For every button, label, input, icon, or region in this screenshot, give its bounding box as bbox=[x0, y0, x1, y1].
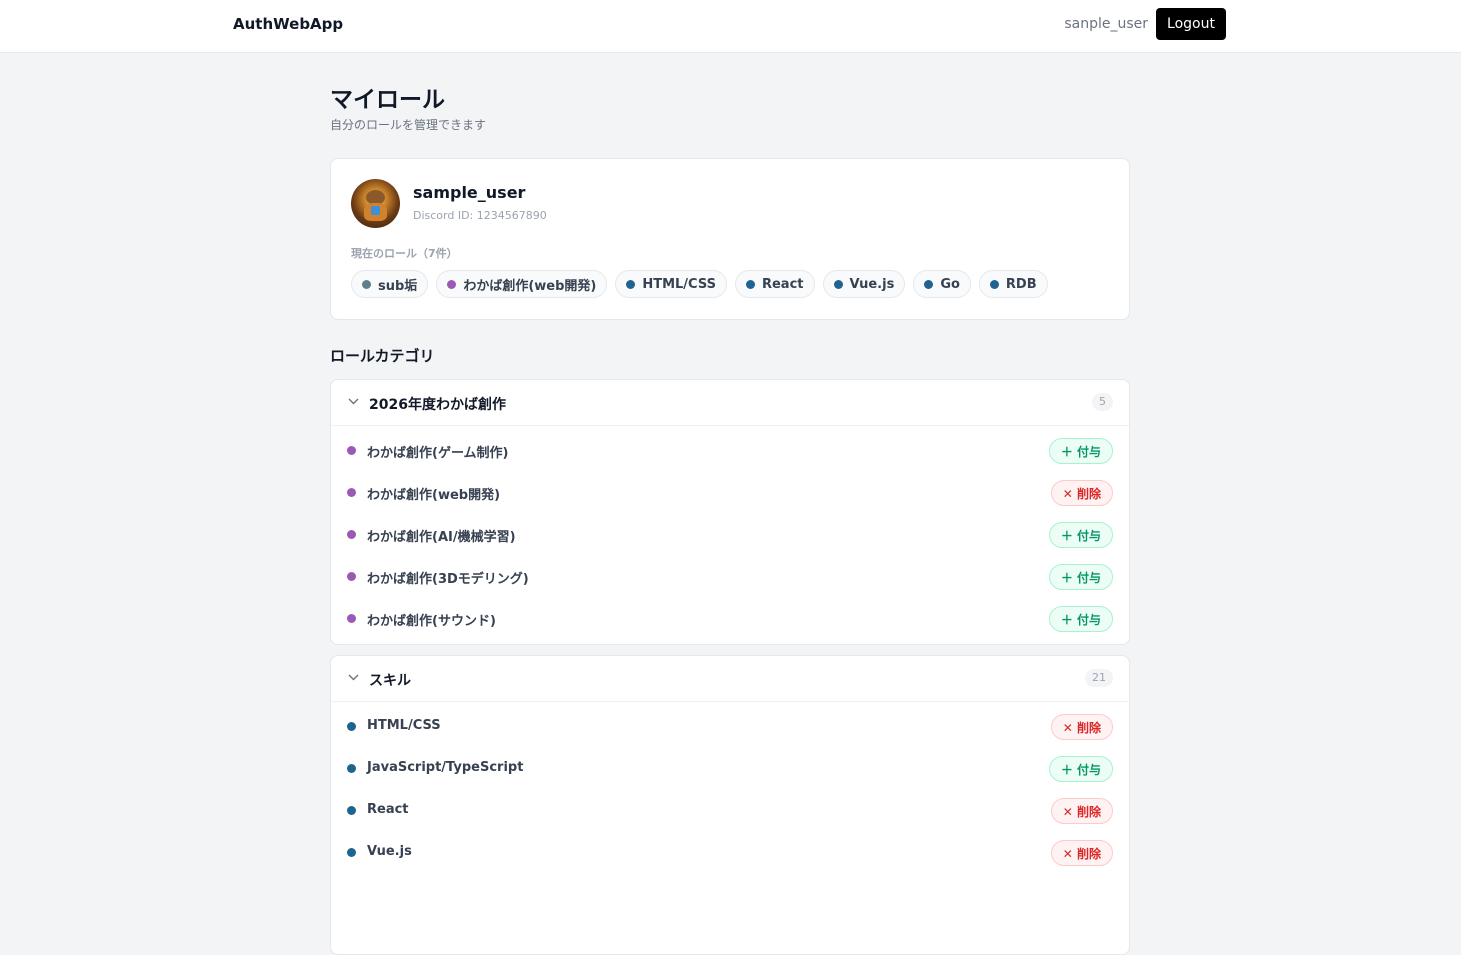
logout-button[interactable]: Logout bbox=[1156, 8, 1226, 40]
role-name: React bbox=[367, 802, 409, 817]
role-categories-title: ロールカテゴリ bbox=[330, 347, 435, 365]
discord-id: Discord ID: 1234567890 bbox=[413, 209, 547, 222]
role-color-dot bbox=[347, 722, 356, 731]
role-row: わかば創作(サウンド) ＋ 付与 bbox=[331, 594, 1129, 636]
add-role-button[interactable]: ＋ 付与 bbox=[1048, 606, 1113, 632]
role-color-dot bbox=[347, 488, 356, 497]
role-color-dot bbox=[347, 848, 356, 857]
profile-card: sample_user Discord ID: 1234567890 現在のロー… bbox=[330, 158, 1130, 320]
category-count-badge: 21 bbox=[1085, 669, 1113, 687]
remove-role-button[interactable]: ✕ 削除 bbox=[1050, 714, 1113, 740]
category-count-badge: 5 bbox=[1092, 393, 1113, 411]
role-name: Vue.js bbox=[367, 844, 412, 859]
remove-role-button[interactable]: ✕ 削除 bbox=[1050, 798, 1113, 824]
category-panel: 2026年度わかば創作 5 わかば創作(ゲーム制作) ＋ 付与 わかば創作(web… bbox=[330, 379, 1130, 645]
add-role-button[interactable]: ＋ 付与 bbox=[1048, 438, 1113, 464]
role-chip-label: Go bbox=[940, 276, 960, 292]
role-color-dot bbox=[626, 279, 636, 289]
role-name: HTML/CSS bbox=[367, 718, 441, 733]
category-name: 2026年度わかば創作 bbox=[369, 397, 506, 413]
category-header[interactable]: スキル 21 bbox=[331, 656, 1129, 702]
current-username: sanple_user bbox=[1064, 16, 1148, 32]
role-color-dot bbox=[347, 614, 356, 623]
add-role-button[interactable]: ＋ 付与 bbox=[1048, 522, 1113, 548]
role-color-dot bbox=[989, 279, 999, 289]
current-roles-list: sub垢 わかば創作(web開発) HTML/CSS React Vue.js … bbox=[351, 270, 1048, 298]
role-chip: RDB bbox=[978, 270, 1048, 298]
role-name: わかば創作(サウンド) bbox=[367, 614, 496, 629]
role-name: わかば創作(ゲーム制作) bbox=[367, 446, 509, 461]
role-chip: Go bbox=[913, 270, 971, 298]
add-role-button[interactable]: ＋ 付与 bbox=[1048, 564, 1113, 590]
role-color-dot bbox=[745, 279, 755, 289]
role-name: わかば創作(3Dモデリング) bbox=[367, 572, 529, 587]
add-role-button[interactable]: ＋ 付与 bbox=[1048, 756, 1113, 782]
avatar-badge bbox=[371, 206, 380, 215]
role-row: わかば創作(web開発) ✕ 削除 bbox=[331, 468, 1129, 510]
role-chip-label: sub垢 bbox=[378, 278, 418, 294]
role-name: わかば創作(web開発) bbox=[367, 488, 501, 503]
role-color-dot bbox=[347, 806, 356, 815]
role-name: JavaScript/TypeScript bbox=[367, 760, 524, 775]
role-row: Vue.js ✕ 削除 bbox=[331, 828, 1129, 870]
role-row: わかば創作(ゲーム制作) ＋ 付与 bbox=[331, 426, 1129, 468]
role-chip-label: HTML/CSS bbox=[642, 276, 716, 292]
role-color-dot bbox=[347, 446, 356, 455]
role-chip-label: わかば創作(web開発) bbox=[463, 278, 597, 294]
role-color-dot bbox=[362, 279, 371, 289]
role-color-dot bbox=[833, 279, 843, 289]
role-row: JavaScript/TypeScript ＋ 付与 bbox=[331, 744, 1129, 786]
role-chip-label: Vue.js bbox=[849, 276, 895, 292]
role-row: React ✕ 削除 bbox=[331, 786, 1129, 828]
page-title: マイロール bbox=[330, 87, 445, 113]
app-brand[interactable]: AuthWebApp bbox=[233, 15, 343, 33]
category-name: スキル bbox=[369, 673, 411, 689]
role-color-dot bbox=[347, 530, 356, 539]
top-navbar: AuthWebApp sanple_user Logout bbox=[0, 0, 1461, 53]
role-chip-label: React bbox=[761, 276, 804, 292]
role-color-dot bbox=[347, 764, 356, 773]
category-panel: スキル 21 HTML/CSS ✕ 削除 JavaScript/TypeScrip… bbox=[330, 655, 1130, 955]
remove-role-button[interactable]: ✕ 削除 bbox=[1050, 840, 1113, 866]
category-header[interactable]: 2026年度わかば創作 5 bbox=[331, 380, 1129, 426]
page-subtitle: 自分のロールを管理できます bbox=[330, 118, 487, 132]
role-color-dot bbox=[347, 572, 356, 581]
role-chip: わかば創作(web開発) bbox=[436, 270, 608, 298]
remove-role-button[interactable]: ✕ 削除 bbox=[1050, 480, 1113, 506]
role-chip: HTML/CSS bbox=[615, 270, 727, 298]
role-chip: React bbox=[734, 270, 815, 298]
role-chip-label: RDB bbox=[1005, 276, 1037, 292]
current-roles-label: 現在のロール（7件） bbox=[351, 247, 458, 260]
profile-name: sample_user bbox=[413, 183, 526, 202]
role-name: わかば創作(AI/機械学習) bbox=[367, 530, 516, 545]
role-color-dot bbox=[924, 279, 934, 289]
chevron-down-icon[interactable] bbox=[348, 395, 359, 408]
role-chip: sub垢 bbox=[351, 270, 429, 298]
role-row: わかば創作(AI/機械学習) ＋ 付与 bbox=[331, 510, 1129, 552]
role-color-dot bbox=[447, 279, 457, 289]
role-chip: Vue.js bbox=[822, 270, 906, 298]
role-row: HTML/CSS ✕ 削除 bbox=[331, 702, 1129, 744]
avatar bbox=[351, 179, 400, 228]
chevron-down-icon[interactable] bbox=[348, 671, 359, 684]
role-row: わかば創作(3Dモデリング) ＋ 付与 bbox=[331, 552, 1129, 594]
